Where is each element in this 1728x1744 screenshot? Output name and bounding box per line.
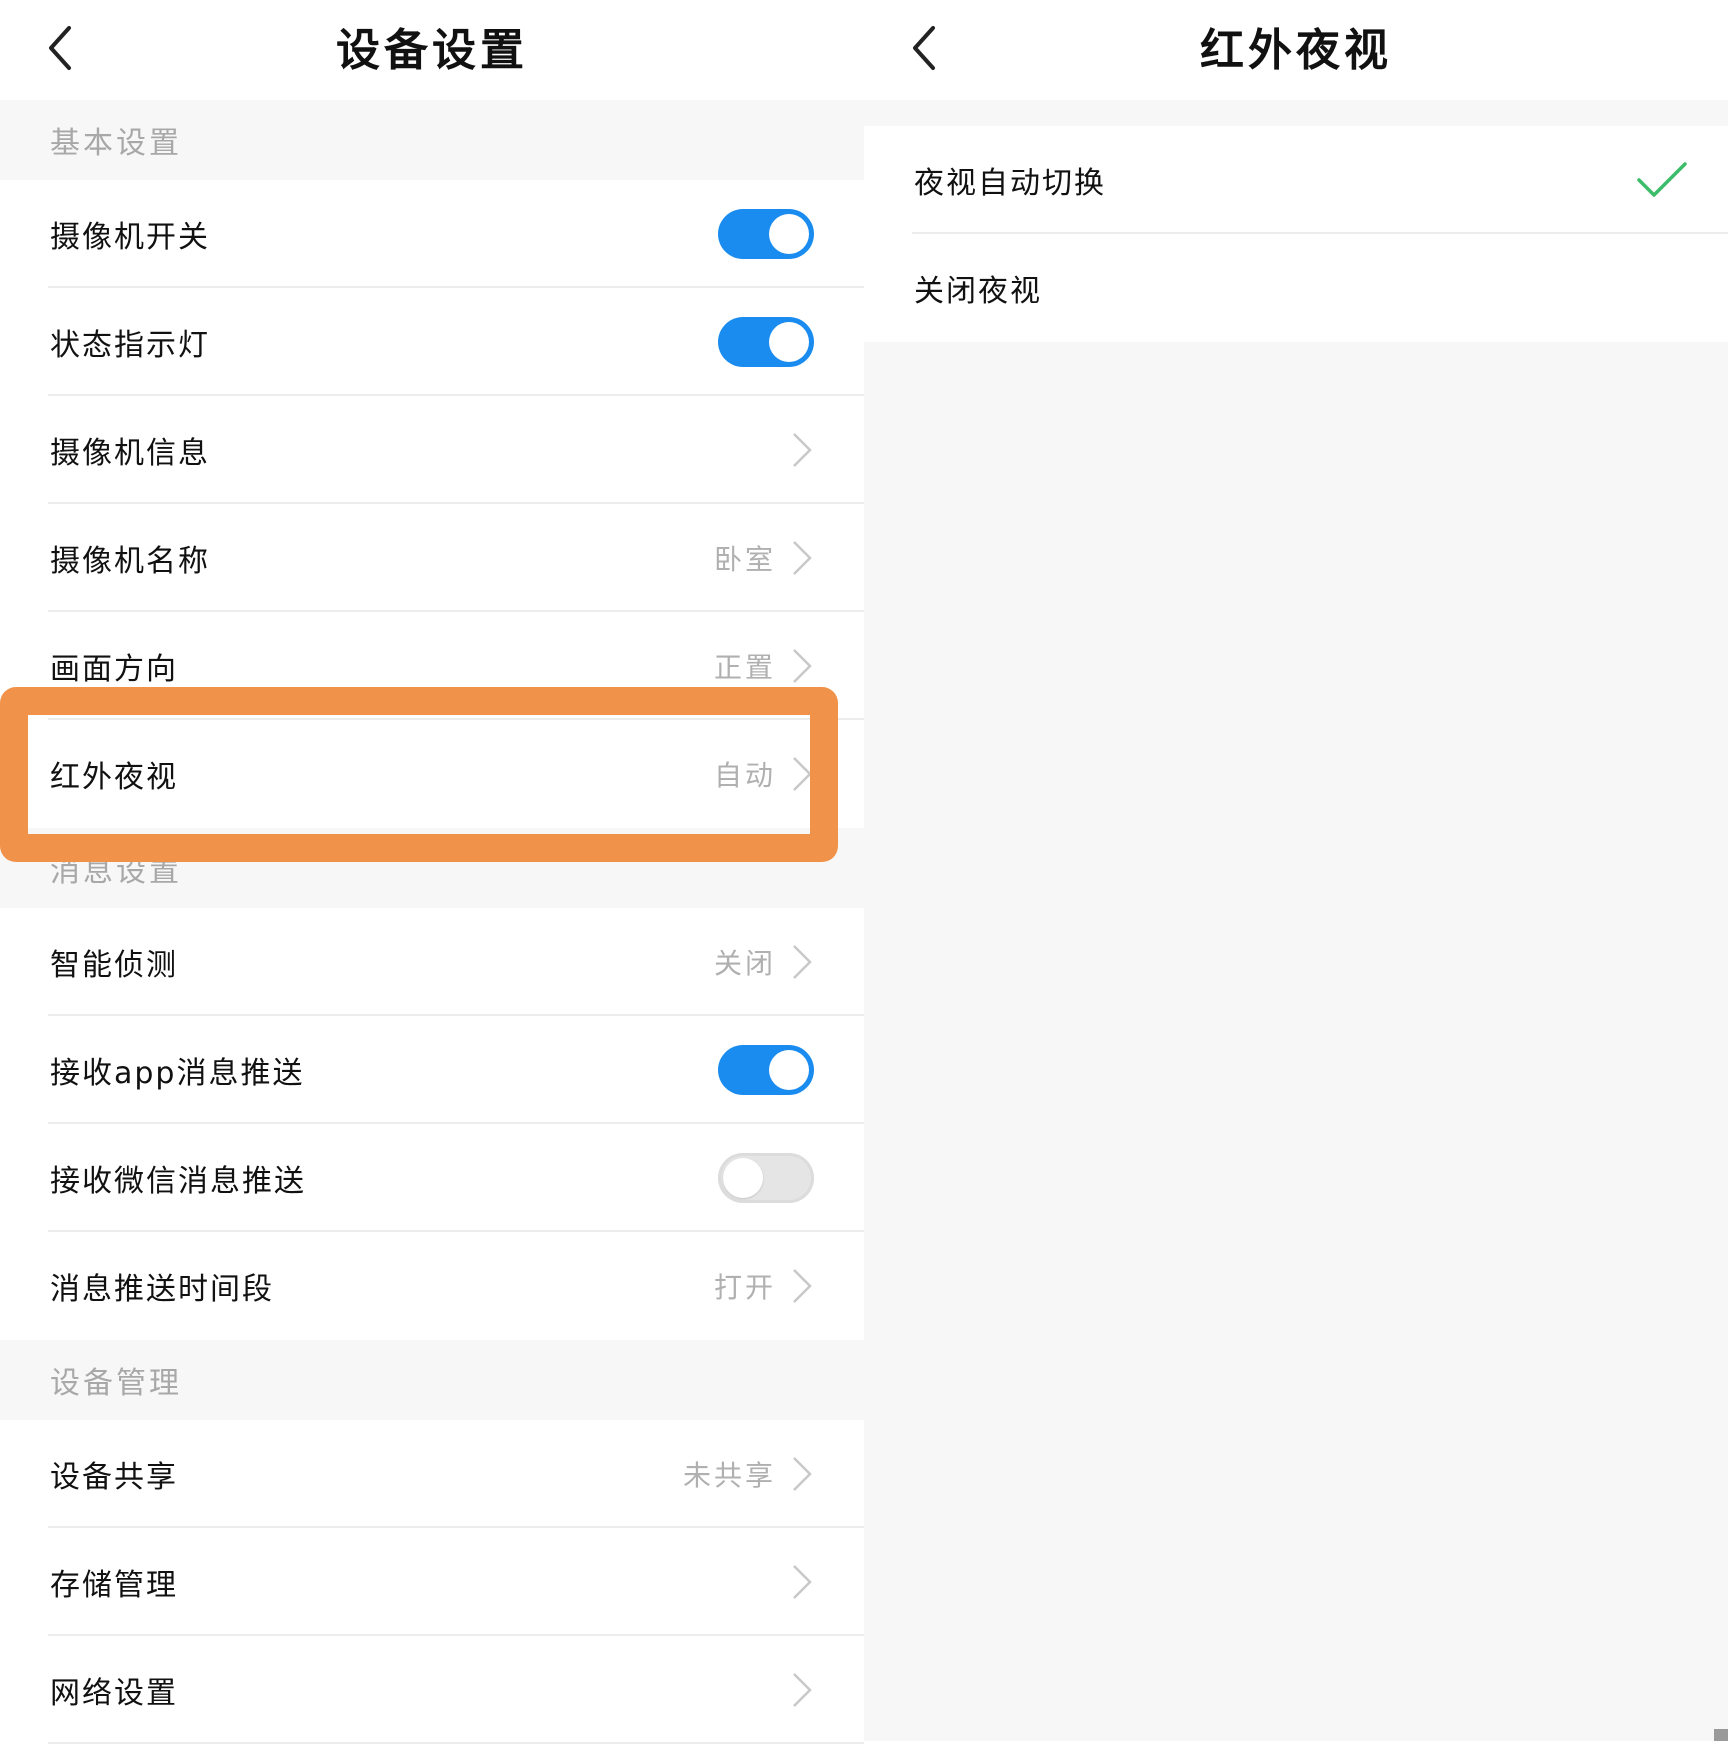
row-storage-management[interactable]: 存储管理 — [0, 1528, 864, 1636]
row-smart-detection[interactable]: 智能侦测 关闭 — [0, 908, 864, 1016]
settings-group-messages: 智能侦测 关闭 接收app消息推送 接收微信消息推送 消息推送时间段 打开 — [0, 908, 864, 1340]
wechat-push-toggle[interactable] — [718, 1153, 814, 1203]
row-push-time-period[interactable]: 消息推送时间段 打开 — [0, 1232, 864, 1340]
toggle-knob — [769, 214, 809, 254]
chevron-right-icon — [793, 1457, 812, 1491]
toggle-knob — [769, 322, 809, 362]
row-app-push[interactable]: 接收app消息推送 — [0, 1016, 864, 1124]
app-push-toggle[interactable] — [718, 1045, 814, 1095]
row-value: 关闭 — [713, 947, 776, 980]
row-label: 消息推送时间段 — [50, 1272, 274, 1307]
status-light-toggle[interactable] — [718, 317, 814, 367]
camera-switch-toggle[interactable] — [718, 209, 814, 259]
row-label: 接收app消息推送 — [50, 1056, 305, 1091]
row-image-orientation[interactable]: 画面方向 正置 — [0, 612, 864, 720]
night-vision-screen: 红外夜视 夜视自动切换 关闭夜视 — [864, 0, 1728, 1741]
row-label: 设备共享 — [50, 1460, 178, 1495]
settings-group-basic: 摄像机开关 状态指示灯 摄像机信息 摄像机名称 卧室 画面方向 正置 红外夜视 … — [0, 180, 864, 828]
device-settings-screen: 设备设置 基本设置 摄像机开关 状态指示灯 摄像机信息 摄像机名称 卧室 画面方… — [0, 0, 864, 1744]
row-label: 红外夜视 — [50, 760, 178, 795]
night-vision-options: 夜视自动切换 关闭夜视 — [864, 126, 1728, 342]
row-label: 摄像机信息 — [50, 436, 210, 471]
toggle-knob — [723, 1158, 763, 1198]
section-header-messages: 消息设置 — [0, 828, 864, 908]
row-label: 网络设置 — [50, 1676, 178, 1711]
option-auto-switch[interactable]: 夜视自动切换 — [864, 126, 1728, 234]
option-label: 关闭夜视 — [914, 274, 1042, 309]
chevron-right-icon — [793, 1269, 812, 1303]
row-device-sharing[interactable]: 设备共享 未共享 — [0, 1420, 864, 1528]
row-label: 摄像机名称 — [50, 544, 210, 579]
row-label: 摄像机开关 — [50, 220, 210, 255]
row-label: 接收微信消息推送 — [50, 1164, 306, 1199]
chevron-right-icon — [793, 1673, 812, 1707]
right-navbar: 红外夜视 — [864, 0, 1728, 100]
row-value: 未共享 — [682, 1459, 776, 1492]
row-camera-info[interactable]: 摄像机信息 — [0, 396, 864, 504]
row-value: 正置 — [713, 651, 776, 684]
row-label: 状态指示灯 — [50, 328, 210, 363]
row-wechat-push[interactable]: 接收微信消息推送 — [0, 1124, 864, 1232]
row-label: 智能侦测 — [50, 948, 178, 983]
row-label: 存储管理 — [50, 1568, 178, 1603]
checkmark-icon — [1637, 162, 1687, 197]
section-header-basic: 基本设置 — [0, 100, 864, 180]
left-navbar: 设备设置 — [0, 0, 864, 100]
row-label: 画面方向 — [50, 652, 178, 687]
chevron-right-icon — [793, 945, 812, 979]
option-off[interactable]: 关闭夜视 — [864, 234, 1728, 342]
settings-group-device-management: 设备共享 未共享 存储管理 网络设置 — [0, 1420, 864, 1744]
chevron-right-icon — [793, 541, 812, 575]
chevron-right-icon — [793, 757, 812, 791]
option-label: 夜视自动切换 — [914, 166, 1106, 201]
page-title: 红外夜视 — [1200, 25, 1392, 76]
chevron-right-icon — [793, 433, 812, 467]
row-camera-name[interactable]: 摄像机名称 卧室 — [0, 504, 864, 612]
row-value: 自动 — [713, 759, 776, 792]
scroll-indicator — [1714, 1729, 1728, 1741]
row-network-settings[interactable]: 网络设置 — [0, 1636, 864, 1744]
page-title: 设备设置 — [336, 25, 528, 76]
row-status-light[interactable]: 状态指示灯 — [0, 288, 864, 396]
section-header-device-management: 设备管理 — [0, 1340, 864, 1420]
row-infrared-night-vision[interactable]: 红外夜视 自动 — [0, 720, 864, 828]
chevron-right-icon — [793, 649, 812, 683]
chevron-right-icon — [793, 1565, 812, 1599]
row-camera-switch[interactable]: 摄像机开关 — [0, 180, 864, 288]
row-value: 打开 — [713, 1271, 776, 1304]
toggle-knob — [769, 1050, 809, 1090]
row-value: 卧室 — [713, 543, 776, 576]
